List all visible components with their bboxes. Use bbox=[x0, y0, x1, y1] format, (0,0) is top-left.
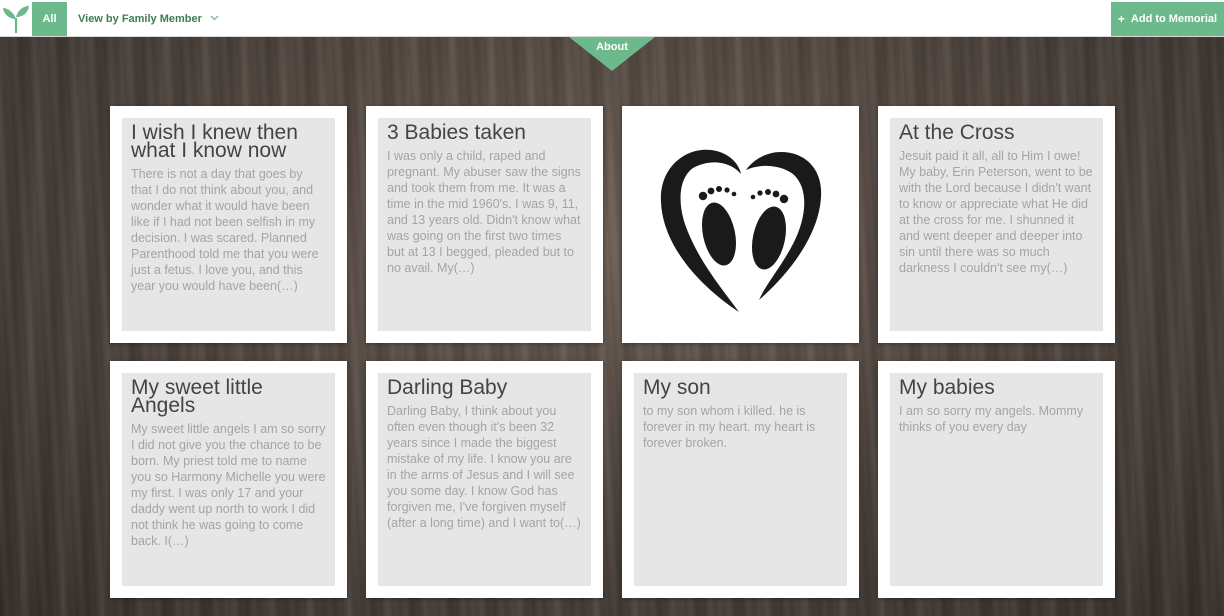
sprout-logo-icon[interactable] bbox=[0, 2, 32, 36]
about-tab[interactable]: About bbox=[569, 37, 655, 71]
card-excerpt: Jesuit paid it all, all to Him I owe! My… bbox=[899, 149, 1093, 275]
card-excerpt: to my son whom i killed. he is forever i… bbox=[643, 404, 816, 450]
card-content: At the Cross Jesuit paid it all, all to … bbox=[890, 118, 1103, 331]
card-content: I wish I knew then what I know now There… bbox=[122, 118, 335, 331]
memorial-card[interactable]: I wish I knew then what I know now There… bbox=[110, 106, 347, 343]
card-excerpt: My sweet little angels I am so sorry I d… bbox=[131, 422, 326, 548]
memorial-card[interactable]: 3 Babies taken I was only a child, raped… bbox=[366, 106, 603, 343]
memorial-card[interactable]: My son to my son whom i killed. he is fo… bbox=[622, 361, 859, 598]
add-to-memorial-label: Add to Memorial bbox=[1130, 13, 1218, 25]
card-excerpt: There is not a day that goes by that I d… bbox=[131, 167, 319, 293]
add-to-memorial-button[interactable]: + Add to Memorial bbox=[1111, 2, 1224, 36]
all-filter-label: All bbox=[42, 13, 57, 25]
plus-icon: + bbox=[1117, 12, 1125, 26]
card-content: 3 Babies taken I was only a child, raped… bbox=[378, 118, 591, 331]
card-title: 3 Babies taken bbox=[387, 121, 526, 144]
card-excerpt: Darling Baby, I think about you often ev… bbox=[387, 404, 581, 530]
memorial-card[interactable]: My sweet little Angels My sweet little a… bbox=[110, 361, 347, 598]
card-content: My son to my son whom i killed. he is fo… bbox=[634, 373, 847, 586]
top-nav-bar: All View by Family Member + Add to Memor… bbox=[0, 0, 1224, 37]
heart-footprints-image bbox=[634, 118, 847, 331]
about-tab-label: About bbox=[596, 41, 628, 53]
chevron-down-icon bbox=[210, 14, 219, 24]
memorial-card[interactable]: Darling Baby Darling Baby, I think about… bbox=[366, 361, 603, 598]
view-by-family-member-dropdown[interactable]: View by Family Member bbox=[78, 2, 219, 36]
card-title: I wish I knew then what I know now bbox=[131, 121, 298, 162]
card-content: My babies I am so sorry my angels. Mommy… bbox=[890, 373, 1103, 586]
card-excerpt: I am so sorry my angels. Mommy thinks of… bbox=[899, 404, 1084, 434]
card-title: My son bbox=[643, 376, 711, 399]
memorial-image-card[interactable] bbox=[622, 106, 859, 343]
card-content: Darling Baby Darling Baby, I think about… bbox=[378, 373, 591, 586]
card-title: My babies bbox=[899, 376, 995, 399]
view-by-label: View by Family Member bbox=[78, 13, 202, 25]
all-filter-button[interactable]: All bbox=[32, 2, 67, 36]
card-excerpt: I was only a child, raped and pregnant. … bbox=[387, 149, 581, 275]
memorial-card[interactable]: My babies I am so sorry my angels. Mommy… bbox=[878, 361, 1115, 598]
card-title: My sweet little Angels bbox=[131, 376, 263, 417]
card-content: My sweet little Angels My sweet little a… bbox=[122, 373, 335, 586]
card-title: Darling Baby bbox=[387, 376, 508, 399]
memorial-card[interactable]: At the Cross Jesuit paid it all, all to … bbox=[878, 106, 1115, 343]
card-title: At the Cross bbox=[899, 121, 1015, 144]
